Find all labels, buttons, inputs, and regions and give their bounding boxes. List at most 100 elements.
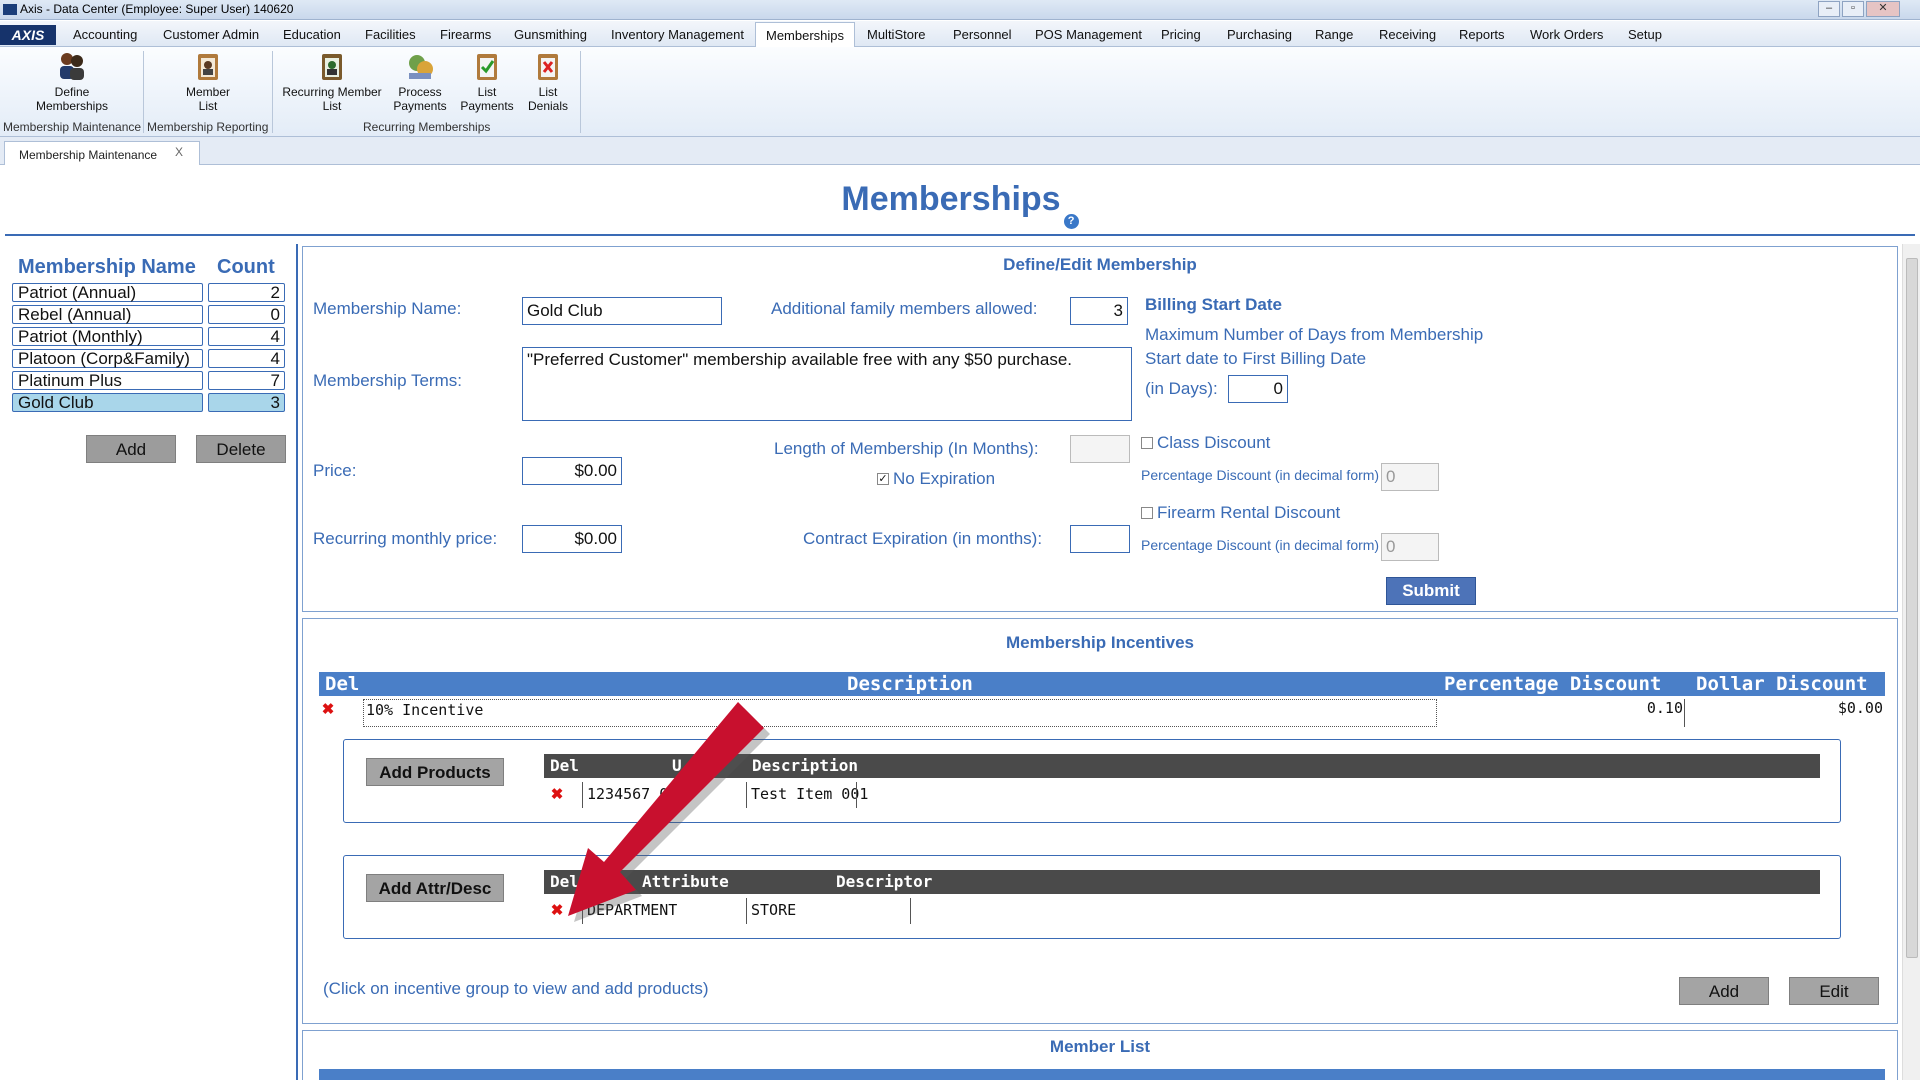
class-discount-label: Class Discount [1157,433,1271,452]
menu-pos-management[interactable]: POS Management [1035,27,1142,42]
membership-row[interactable]: Platoon (Corp&Family) 4 [12,349,286,368]
ribbon-label: List [322,99,342,113]
list-payments-button[interactable]: List Payments [458,51,516,113]
delete-icon[interactable]: ✖ [550,787,564,802]
menu-personnel[interactable]: Personnel [953,27,1012,42]
define-edit-panel: Define/Edit Membership Membership Name: … [302,246,1898,612]
attributes-header: Del Attribute Descriptor [544,870,1820,894]
membership-name-cell[interactable]: Gold Club [12,393,203,412]
menu-customer-admin[interactable]: Customer Admin [163,27,259,42]
membership-count-cell[interactable]: 4 [208,327,285,346]
membership-name-label: Membership Name: [313,299,462,318]
incentive-dollar: $0.00 [1837,699,1883,717]
close-tab-icon[interactable]: X [175,145,183,159]
process-payments-button[interactable]: Process Payments [390,51,450,113]
product-upc: 1234567 01 [587,785,678,803]
delete-membership-button[interactable]: Delete [196,435,286,463]
family-members-input[interactable] [1070,297,1128,325]
ribbon-label: List [477,85,497,99]
menu-bar: AXIS Accounting Customer Admin Education… [0,21,1920,49]
menu-multistore[interactable]: MultiStore [867,27,926,42]
submit-button[interactable]: Submit [1386,577,1476,605]
minimize-button[interactable]: – [1818,1,1840,17]
membership-count-cell[interactable]: 7 [208,371,285,390]
ribbon-label: Recurring Member [282,85,382,99]
no-expiration-checkbox[interactable]: ✓ [877,473,889,485]
member-list-button[interactable]: Member List [158,51,258,113]
billing-days-label: (in Days): [1145,379,1218,398]
membership-name-cell[interactable]: Platinum Plus [12,371,203,390]
contract-expiration-input[interactable] [1070,525,1130,553]
firearm-pct-label: Percentage Discount (in decimal form) [1141,537,1380,553]
menu-facilities[interactable]: Facilities [365,27,416,42]
close-window-button[interactable]: ✕ [1866,1,1900,17]
membership-row-selected[interactable]: Gold Club 3 [12,393,286,412]
membership-name-cell[interactable]: Patriot (Annual) [12,283,203,302]
add-products-button[interactable]: Add Products [366,758,504,786]
menu-accounting[interactable]: Accounting [73,27,137,42]
products-header-upc: U [672,756,682,775]
membership-row[interactable]: Patriot (Monthly) 4 [12,327,286,346]
recurring-price-label: Recurring monthly price: [313,529,498,548]
membership-row[interactable]: Rebel (Annual) 0 [12,305,286,324]
menu-gunsmithing[interactable]: Gunsmithing [514,27,587,42]
list-denials-button[interactable]: List Denials [520,51,576,113]
menu-range[interactable]: Range [1315,27,1353,42]
menu-inventory-management[interactable]: Inventory Management [611,27,744,42]
vertical-scrollbar[interactable] [1902,244,1920,1080]
delete-icon[interactable]: ✖ [321,702,335,717]
billing-days-input[interactable] [1228,375,1288,403]
add-membership-button[interactable]: Add [86,435,176,463]
membership-count-cell[interactable]: 2 [208,283,285,302]
maximize-button[interactable]: ▫ [1842,1,1864,17]
membership-name-input[interactable] [522,297,722,325]
menu-purchasing[interactable]: Purchasing [1227,27,1292,42]
menu-work-orders[interactable]: Work Orders [1530,27,1603,42]
membership-name-cell[interactable]: Platoon (Corp&Family) [12,349,203,368]
recurring-price-input[interactable] [522,525,622,553]
scroll-thumb[interactable] [1906,258,1918,958]
descriptor-value: STORE [751,901,797,919]
class-pct-input[interactable] [1381,463,1439,491]
class-discount-checkbox[interactable] [1141,437,1153,449]
menu-memberships[interactable]: Memberships [755,22,856,49]
cell-divider [1684,699,1685,727]
membership-count-cell[interactable]: 0 [208,305,285,324]
contract-expiration-label: Contract Expiration (in months): [803,529,1043,548]
ribbon-label: Member [185,85,230,99]
menu-reports[interactable]: Reports [1459,27,1505,42]
menu-receiving[interactable]: Receiving [1379,27,1436,42]
define-memberships-button[interactable]: Define Memberships [22,51,122,113]
add-attr-desc-button[interactable]: Add Attr/Desc [366,874,504,902]
length-of-membership-input[interactable] [1070,435,1130,463]
membership-row[interactable]: Platinum Plus 7 [12,371,286,390]
tab-membership-maintenance[interactable]: Membership Maintenance X [4,141,200,165]
ribbon-label: Payments [393,99,447,113]
firearm-pct-input[interactable] [1381,533,1439,561]
delete-icon[interactable]: ✖ [550,903,564,918]
add-incentive-button[interactable]: Add [1679,977,1769,1005]
menu-setup[interactable]: Setup [1628,27,1662,42]
menu-firearms[interactable]: Firearms [440,27,491,42]
membership-row[interactable]: Patriot (Annual) 2 [12,283,286,302]
incentive-hint: (Click on incentive group to view and ad… [323,979,709,998]
incentive-description-cell[interactable]: 10% Incentive [363,699,1437,727]
ribbon-separator [272,51,273,133]
price-input[interactable] [522,457,622,485]
edit-incentive-button[interactable]: Edit [1789,977,1879,1005]
ribbon-label: List [538,85,558,99]
membership-name-cell[interactable]: Patriot (Monthly) [12,327,203,346]
firearm-discount-checkbox[interactable] [1141,507,1153,519]
membership-terms-textarea[interactable]: "Preferred Customer" membership availabl… [522,347,1132,421]
menu-education[interactable]: Education [283,27,341,42]
cell-divider [746,898,747,924]
help-icon[interactable]: ? [1063,214,1079,229]
membership-name-cell[interactable]: Rebel (Annual) [12,305,203,324]
products-header-del: Del [550,756,579,775]
menu-pricing[interactable]: Pricing [1161,27,1201,42]
recurring-member-list-button[interactable]: Recurring Member List [280,51,384,113]
membership-count-cell[interactable]: 4 [208,349,285,368]
class-pct-label: Percentage Discount (in decimal form) [1141,467,1380,483]
membership-count-cell[interactable]: 3 [208,393,285,412]
ribbon-label: List [198,99,218,113]
